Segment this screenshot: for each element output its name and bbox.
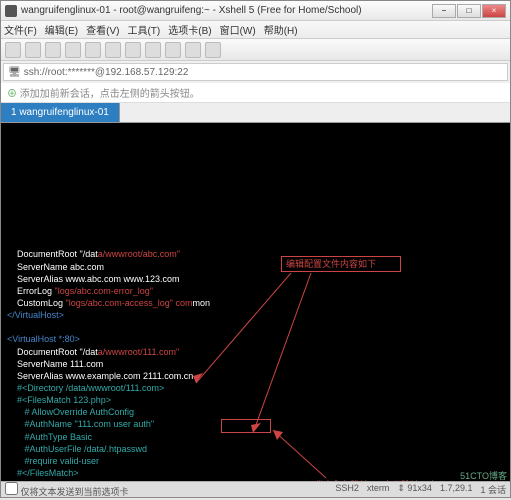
terminal-line: #AuthType Basic	[7, 431, 504, 443]
annotation-text-2: 301代表永久跳转，L表示跳转一次	[301, 479, 437, 481]
status-size: ⇕ 91x34	[397, 483, 432, 496]
menu-tools[interactable]: 工具(T)	[127, 22, 160, 37]
app-icon	[5, 5, 17, 17]
status-hint: 仅将文本发送到当前选项卡	[21, 487, 129, 497]
window-title: wangruifenglinux-01 - root@wangruifeng:~…	[21, 5, 432, 16]
menu-tabs[interactable]: 选项卡(B)	[168, 22, 211, 37]
terminal-line: ServerName 111.com	[7, 358, 504, 370]
tb-find-icon[interactable]	[125, 42, 141, 58]
menu-view[interactable]: 查看(V)	[86, 22, 119, 37]
maximize-button[interactable]: □	[457, 4, 481, 18]
tb-paste-icon[interactable]	[105, 42, 121, 58]
address-bar[interactable]: 🖥ssh://root:*******@192.168.57.129:22	[3, 63, 508, 81]
minimize-button[interactable]: −	[432, 4, 456, 18]
terminal-line: #AuthUserFile /data/.htpasswd	[7, 443, 504, 455]
tb-font-icon[interactable]	[165, 42, 181, 58]
send-current-tab-checkbox[interactable]	[5, 482, 18, 495]
tb-open-icon[interactable]	[25, 42, 41, 58]
tb-new-icon[interactable]	[5, 42, 21, 58]
tb-reconnect-icon[interactable]	[45, 42, 61, 58]
terminal-line: #AuthName "111.com user auth"	[7, 418, 504, 430]
tab-session-1[interactable]: 1 wangruifenglinux-01	[1, 103, 120, 122]
app-window: wangruifenglinux-01 - root@wangruifeng:~…	[0, 0, 511, 498]
titlebar: wangruifenglinux-01 - root@wangruifeng:~…	[1, 1, 510, 21]
status-ssh: SSH2	[335, 483, 359, 496]
terminal-line: DocumentRoot "/data/wwwroot/111.com"	[7, 346, 504, 358]
terminal-line: #<Directory /data/wwwroot/111.com>	[7, 382, 504, 394]
terminal-line: <VirtualHost *:80>	[7, 333, 504, 345]
close-button[interactable]: ×	[482, 4, 506, 18]
status-sessions: 1 会话	[480, 483, 506, 496]
menu-help[interactable]: 帮助(H)	[264, 22, 298, 37]
terminal-line: #require valid-user	[7, 455, 504, 467]
menu-edit[interactable]: 编辑(E)	[45, 22, 78, 37]
terminal-line: #</FilesMatch>	[7, 467, 504, 479]
statusbar: 仅将文本发送到当前选项卡 SSH2 xterm ⇕ 91x34 1.7,29.1…	[1, 481, 510, 497]
terminal-line: CustomLog "logs/abc.com-access_log" comm…	[7, 297, 504, 309]
terminal-line: ErrorLog "logs/abc.com-error_log"	[7, 285, 504, 297]
tb-help-icon[interactable]	[205, 42, 221, 58]
status-term: xterm	[367, 483, 390, 496]
terminal-line: ServerAlias www.example.com 2111.com.cn	[7, 370, 504, 382]
terminal-line: ServerAlias www.abc.com www.123.com	[7, 273, 504, 285]
tb-color-icon[interactable]	[145, 42, 161, 58]
status-pos: 1.7,29.1	[440, 483, 473, 496]
session-hint: ⊕ 添加加前新会话，点击左侧的箭头按钮。	[1, 83, 510, 103]
menubar: 文件(F) 编辑(E) 查看(V) 工具(T) 选项卡(B) 窗口(W) 帮助(…	[1, 21, 510, 39]
terminal-line: </VirtualHost>	[7, 309, 504, 321]
tb-settings-icon[interactable]	[185, 42, 201, 58]
watermark: 51CTO博客	[460, 469, 507, 482]
annotation-text-1: 编辑配置文件内容如下	[286, 258, 376, 270]
terminal-line: DocumentRoot "/data/wwwroot/abc.com"	[7, 248, 504, 260]
terminal-line: ServerName abc.com	[7, 261, 504, 273]
terminal-line	[7, 321, 504, 333]
tb-disconnect-icon[interactable]	[65, 42, 81, 58]
tabstrip: 1 wangruifenglinux-01	[1, 103, 510, 123]
terminal-line: #<FilesMatch 123.php>	[7, 394, 504, 406]
toolbar	[1, 39, 510, 61]
tb-copy-icon[interactable]	[85, 42, 101, 58]
menu-window[interactable]: 窗口(W)	[220, 22, 256, 37]
menu-file[interactable]: 文件(F)	[4, 22, 37, 37]
terminal[interactable]: 编辑配置文件内容如下 301代表永久跳转，L表示跳转一次 302为临时跳转 Do…	[1, 123, 510, 481]
terminal-line: # AllowOverride AuthConfig	[7, 406, 504, 418]
